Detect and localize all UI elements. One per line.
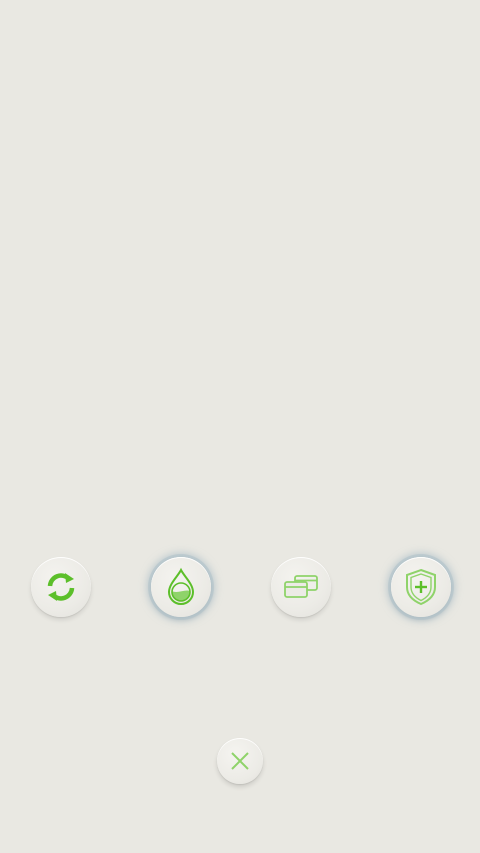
water-drop-icon bbox=[167, 567, 195, 605]
shield-plus-icon bbox=[406, 568, 436, 606]
close-icon bbox=[231, 752, 249, 770]
shield-button[interactable] bbox=[391, 557, 451, 617]
refresh-button[interactable] bbox=[31, 557, 91, 617]
screen bbox=[0, 0, 480, 853]
tool-button-row bbox=[0, 557, 480, 621]
close-button[interactable] bbox=[217, 738, 263, 784]
water-button[interactable] bbox=[151, 557, 211, 617]
cards-button[interactable] bbox=[271, 557, 331, 617]
cards-icon bbox=[284, 575, 318, 598]
refresh-icon bbox=[47, 573, 75, 601]
